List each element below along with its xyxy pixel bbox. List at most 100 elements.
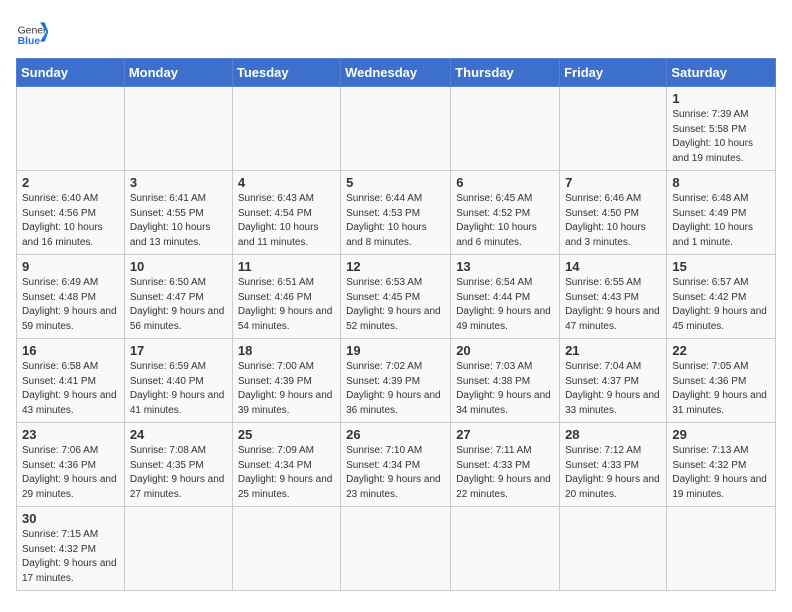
- calendar-empty-cell: [451, 87, 560, 171]
- calendar-day-23: 23 Sunrise: 7:06 AM Sunset: 4:36 PM Dayli…: [17, 423, 125, 507]
- calendar-day-26: 26Sunrise: 7:10 AM Sunset: 4:34 PM Dayli…: [341, 423, 451, 507]
- day-number: 8: [672, 175, 770, 190]
- day-info: Sunrise: 6:53 AM Sunset: 4:45 PM Dayligh…: [346, 276, 445, 334]
- calendar-empty-cell: [341, 507, 451, 591]
- calendar-day-9: 9 Sunrise: 6:49 AM Sunset: 4:48 PM Daylig…: [17, 255, 125, 339]
- page-header: General Blue: [16, 16, 776, 48]
- day-number: 7: [565, 175, 661, 190]
- day-info: Sunrise: 6:48 AM Sunset: 4:49 PM Dayligh…: [672, 192, 770, 250]
- day-number: 3: [130, 175, 227, 190]
- calendar-empty-cell: [124, 507, 232, 591]
- day-info: Sunrise: 7:02 AM Sunset: 4:39 PM Dayligh…: [346, 360, 445, 418]
- day-number: 25: [238, 427, 335, 442]
- day-number: 27: [456, 427, 554, 442]
- weekday-header-tuesday: Tuesday: [232, 59, 340, 87]
- calendar-day-13: 13 Sunrise: 6:54 AM Sunset: 4:44 PM Dayli…: [451, 255, 560, 339]
- calendar-day-11: 11Sunrise: 6:51 AM Sunset: 4:46 PM Dayli…: [232, 255, 340, 339]
- weekday-header-sunday: Sunday: [17, 59, 125, 87]
- day-info: Sunrise: 7:11 AM Sunset: 4:33 PM Dayligh…: [456, 444, 554, 502]
- day-info: Sunrise: 6:58 AM Sunset: 4:41 PM Dayligh…: [22, 360, 119, 418]
- calendar-day-2: 2Sunrise: 6:40 AM Sunset: 4:56 PM Daylig…: [17, 171, 125, 255]
- day-info: Sunrise: 6:51 AM Sunset: 4:46 PM Dayligh…: [238, 276, 335, 334]
- calendar-empty-cell: [232, 507, 340, 591]
- day-number: 6: [456, 175, 554, 190]
- day-info: Sunrise: 7:00 AM Sunset: 4:39 PM Dayligh…: [238, 360, 335, 418]
- logo: General Blue: [16, 16, 48, 48]
- day-info: Sunrise: 6:57 AM Sunset: 4:42 PM Dayligh…: [672, 276, 770, 334]
- day-number: 10: [130, 259, 227, 274]
- calendar-day-21: 21Sunrise: 7:04 AM Sunset: 4:37 PM Dayli…: [560, 339, 667, 423]
- calendar-week-6: 30 Sunrise: 7:15 AM Sunset: 4:32 PM Dayli…: [17, 507, 776, 591]
- calendar-table: SundayMondayTuesdayWednesdayThursdayFrid…: [16, 58, 776, 591]
- day-number: 13: [456, 259, 554, 274]
- day-number: 1: [672, 91, 770, 106]
- calendar-day-19: 19 Sunrise: 7:02 AM Sunset: 4:39 PM Dayli…: [341, 339, 451, 423]
- calendar-empty-cell: [667, 507, 776, 591]
- calendar-day-14: 14 Sunrise: 6:55 AM Sunset: 4:43 PM Dayli…: [560, 255, 667, 339]
- calendar-day-4: 4Sunrise: 6:43 AM Sunset: 4:54 PM Daylig…: [232, 171, 340, 255]
- day-info: Sunrise: 7:09 AM Sunset: 4:34 PM Dayligh…: [238, 444, 335, 502]
- calendar-empty-cell: [341, 87, 451, 171]
- calendar-day-27: 27 Sunrise: 7:11 AM Sunset: 4:33 PM Dayli…: [451, 423, 560, 507]
- day-info: Sunrise: 6:49 AM Sunset: 4:48 PM Dayligh…: [22, 276, 119, 334]
- calendar-header-row: SundayMondayTuesdayWednesdayThursdayFrid…: [17, 59, 776, 87]
- day-number: 29: [672, 427, 770, 442]
- day-number: 24: [130, 427, 227, 442]
- calendar-day-1: 1 Sunrise: 7:39 AM Sunset: 5:58 PM Daylig…: [667, 87, 776, 171]
- calendar-day-16: 16 Sunrise: 6:58 AM Sunset: 4:41 PM Dayli…: [17, 339, 125, 423]
- day-number: 17: [130, 343, 227, 358]
- day-info: Sunrise: 7:13 AM Sunset: 4:32 PM Dayligh…: [672, 444, 770, 502]
- calendar-empty-cell: [124, 87, 232, 171]
- calendar-day-17: 17Sunrise: 6:59 AM Sunset: 4:40 PM Dayli…: [124, 339, 232, 423]
- calendar-day-12: 12Sunrise: 6:53 AM Sunset: 4:45 PM Dayli…: [341, 255, 451, 339]
- day-number: 23: [22, 427, 119, 442]
- day-number: 9: [22, 259, 119, 274]
- day-info: Sunrise: 6:45 AM Sunset: 4:52 PM Dayligh…: [456, 192, 554, 250]
- day-number: 30: [22, 511, 119, 526]
- day-number: 14: [565, 259, 661, 274]
- day-number: 28: [565, 427, 661, 442]
- day-info: Sunrise: 7:15 AM Sunset: 4:32 PM Dayligh…: [22, 528, 119, 586]
- calendar-week-2: 2Sunrise: 6:40 AM Sunset: 4:56 PM Daylig…: [17, 171, 776, 255]
- day-number: 22: [672, 343, 770, 358]
- day-info: Sunrise: 7:08 AM Sunset: 4:35 PM Dayligh…: [130, 444, 227, 502]
- day-info: Sunrise: 6:55 AM Sunset: 4:43 PM Dayligh…: [565, 276, 661, 334]
- calendar-day-18: 18 Sunrise: 7:00 AM Sunset: 4:39 PM Dayli…: [232, 339, 340, 423]
- calendar-empty-cell: [560, 87, 667, 171]
- day-info: Sunrise: 7:39 AM Sunset: 5:58 PM Dayligh…: [672, 108, 770, 166]
- calendar-day-20: 20Sunrise: 7:03 AM Sunset: 4:38 PM Dayli…: [451, 339, 560, 423]
- calendar-empty-cell: [451, 507, 560, 591]
- day-info: Sunrise: 6:40 AM Sunset: 4:56 PM Dayligh…: [22, 192, 119, 250]
- calendar-empty-cell: [232, 87, 340, 171]
- calendar-week-3: 9 Sunrise: 6:49 AM Sunset: 4:48 PM Daylig…: [17, 255, 776, 339]
- calendar-day-6: 6 Sunrise: 6:45 AM Sunset: 4:52 PM Daylig…: [451, 171, 560, 255]
- day-number: 18: [238, 343, 335, 358]
- day-info: Sunrise: 7:10 AM Sunset: 4:34 PM Dayligh…: [346, 444, 445, 502]
- calendar-day-3: 3Sunrise: 6:41 AM Sunset: 4:55 PM Daylig…: [124, 171, 232, 255]
- day-info: Sunrise: 7:05 AM Sunset: 4:36 PM Dayligh…: [672, 360, 770, 418]
- day-number: 20: [456, 343, 554, 358]
- day-number: 16: [22, 343, 119, 358]
- weekday-header-monday: Monday: [124, 59, 232, 87]
- day-number: 5: [346, 175, 445, 190]
- calendar-day-22: 22 Sunrise: 7:05 AM Sunset: 4:36 PM Dayli…: [667, 339, 776, 423]
- calendar-day-28: 28 Sunrise: 7:12 AM Sunset: 4:33 PM Dayli…: [560, 423, 667, 507]
- calendar-day-24: 24 Sunrise: 7:08 AM Sunset: 4:35 PM Dayli…: [124, 423, 232, 507]
- calendar-day-10: 10 Sunrise: 6:50 AM Sunset: 4:47 PM Dayli…: [124, 255, 232, 339]
- day-number: 19: [346, 343, 445, 358]
- calendar-week-5: 23 Sunrise: 7:06 AM Sunset: 4:36 PM Dayli…: [17, 423, 776, 507]
- calendar-day-25: 25 Sunrise: 7:09 AM Sunset: 4:34 PM Dayli…: [232, 423, 340, 507]
- day-info: Sunrise: 6:54 AM Sunset: 4:44 PM Dayligh…: [456, 276, 554, 334]
- calendar-week-1: 1 Sunrise: 7:39 AM Sunset: 5:58 PM Daylig…: [17, 87, 776, 171]
- day-info: Sunrise: 6:50 AM Sunset: 4:47 PM Dayligh…: [130, 276, 227, 334]
- calendar-day-15: 15 Sunrise: 6:57 AM Sunset: 4:42 PM Dayli…: [667, 255, 776, 339]
- day-number: 4: [238, 175, 335, 190]
- day-info: Sunrise: 7:12 AM Sunset: 4:33 PM Dayligh…: [565, 444, 661, 502]
- day-info: Sunrise: 6:44 AM Sunset: 4:53 PM Dayligh…: [346, 192, 445, 250]
- day-info: Sunrise: 7:06 AM Sunset: 4:36 PM Dayligh…: [22, 444, 119, 502]
- day-number: 21: [565, 343, 661, 358]
- day-number: 15: [672, 259, 770, 274]
- calendar-body: 1 Sunrise: 7:39 AM Sunset: 5:58 PM Daylig…: [17, 87, 776, 591]
- weekday-header-wednesday: Wednesday: [341, 59, 451, 87]
- calendar-day-29: 29 Sunrise: 7:13 AM Sunset: 4:32 PM Dayli…: [667, 423, 776, 507]
